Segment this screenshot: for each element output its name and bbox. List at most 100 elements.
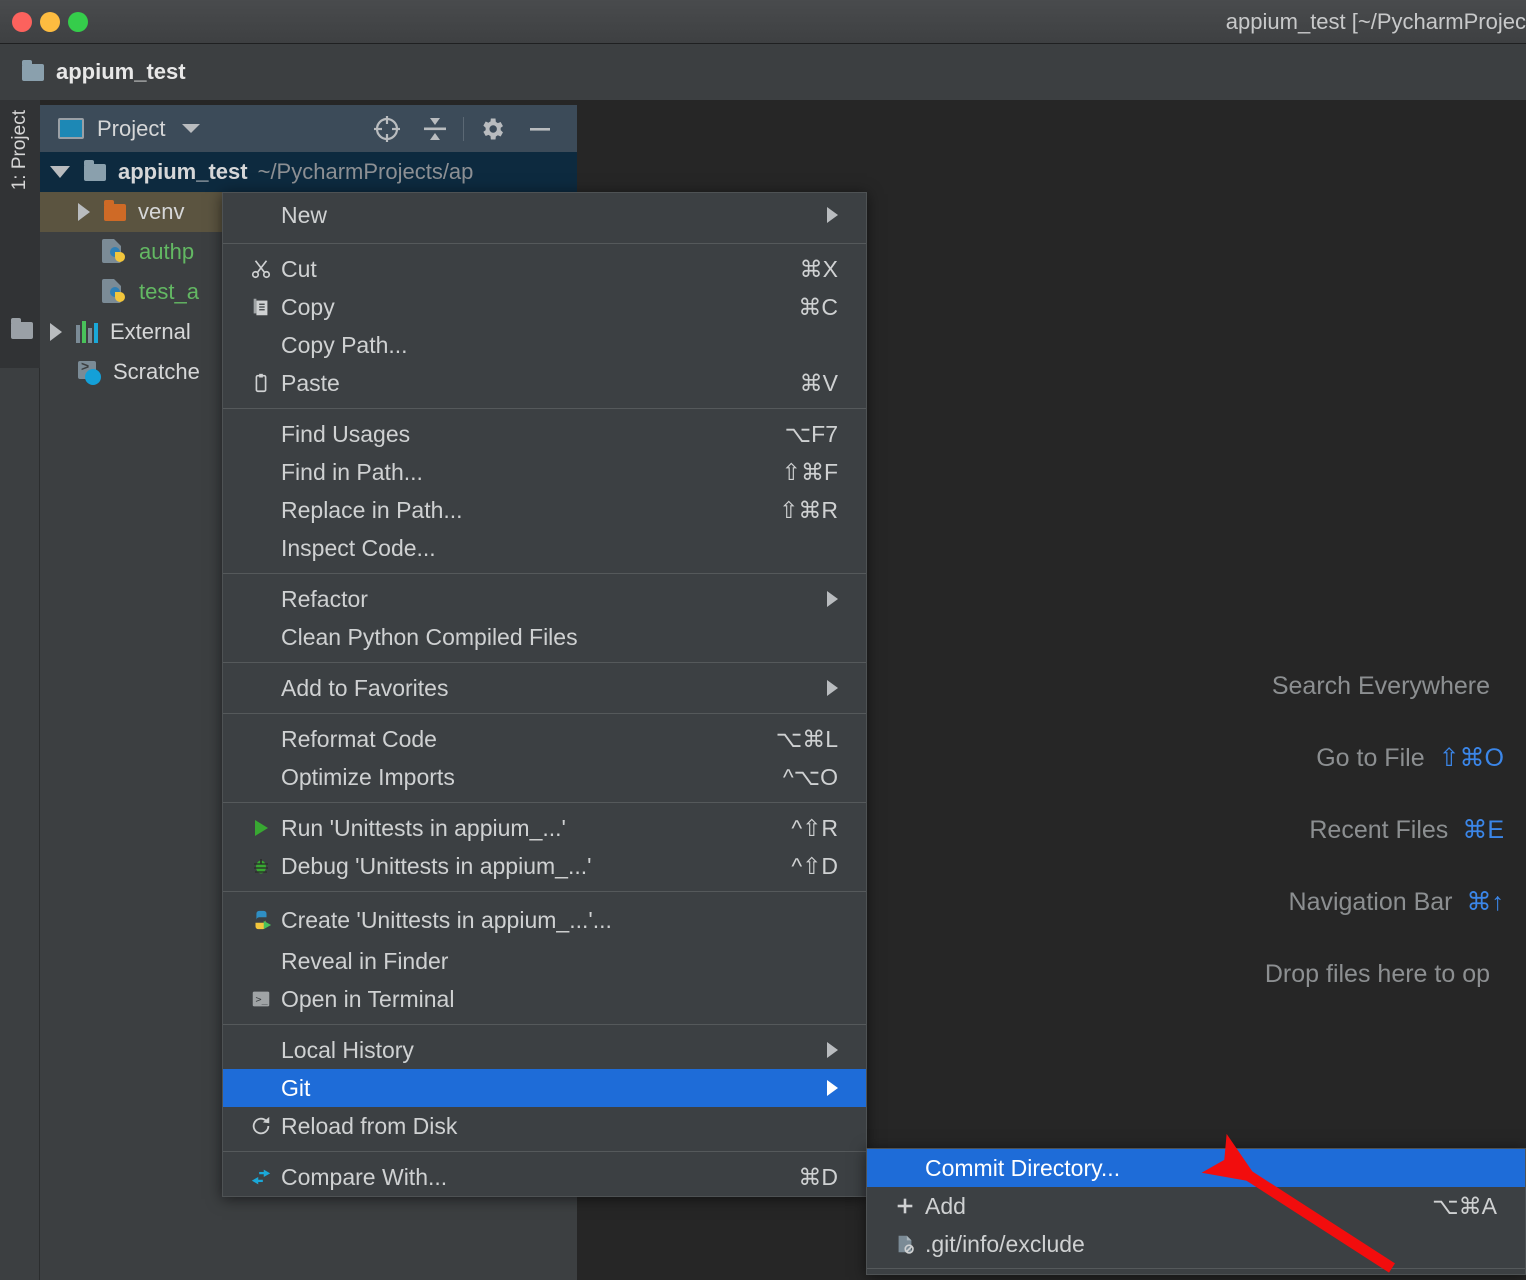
python-config-icon	[247, 909, 275, 931]
tree-label: Scratche	[113, 359, 200, 384]
hint-label: Drop files here to op	[1264, 959, 1490, 988]
locate-icon[interactable]	[363, 105, 411, 152]
breadcrumb[interactable]: appium_test	[0, 44, 1526, 100]
menu-item-reload-from-disk[interactable]: Reload from Disk	[223, 1107, 866, 1145]
hint-label: Recent Files	[1309, 815, 1449, 844]
menu-label: Git	[281, 1074, 311, 1101]
hint-drop-files: Drop files here to op	[1044, 938, 1504, 1010]
reload-icon	[247, 1115, 275, 1137]
folder-icon	[22, 59, 44, 81]
tree-label: External	[110, 319, 191, 344]
menu-item-local-history[interactable]: Local History	[223, 1031, 866, 1069]
menu-label: .git/info/exclude	[925, 1230, 1085, 1257]
menu-label: Cut	[281, 255, 317, 282]
menu-item-commit-directory[interactable]: Commit Directory...	[867, 1149, 1525, 1187]
project-tab-icon	[58, 118, 84, 139]
chevron-down-icon[interactable]	[182, 124, 201, 133]
chevron-expanded-icon[interactable]	[50, 166, 70, 178]
menu-shortcut: ⌥F7	[784, 420, 838, 447]
hint-search-everywhere: Search Everywhere	[1044, 650, 1504, 722]
menu-shortcut: ⇧⌘F	[781, 458, 838, 485]
menu-label: Reveal in Finder	[281, 947, 449, 974]
menu-separator	[223, 662, 866, 663]
chevron-collapsed-icon[interactable]	[78, 203, 90, 221]
menu-item-run-unittests[interactable]: Run 'Unittests in appium_...' ^⇧R	[223, 809, 866, 847]
window-titlebar: appium_test [~/PycharmProjec	[0, 0, 1526, 44]
menu-item-find-usages[interactable]: Find Usages ⌥F7	[223, 415, 866, 453]
project-panel-toolbar	[363, 105, 577, 152]
settings-gear-icon[interactable]	[468, 105, 516, 152]
menu-label: Paste	[281, 369, 340, 396]
menu-item-reveal-in-finder[interactable]: Reveal in Finder	[223, 942, 866, 980]
menu-item-find-in-path[interactable]: Find in Path... ⇧⌘F	[223, 453, 866, 491]
menu-label: Commit Directory...	[925, 1154, 1121, 1181]
menu-label: Inspect Code...	[281, 534, 436, 561]
collapse-all-icon[interactable]	[411, 105, 459, 152]
menu-item-inspect-code[interactable]: Inspect Code...	[223, 529, 866, 567]
folder-icon	[84, 159, 106, 181]
libraries-icon	[76, 321, 98, 343]
menu-label: Replace in Path...	[281, 496, 463, 523]
menu-item-reformat-code[interactable]: Reformat Code ⌥⌘L	[223, 720, 866, 758]
tree-row-appium-test[interactable]: appium_test ~/PycharmProjects/ap	[40, 152, 577, 192]
scissors-icon	[247, 258, 275, 280]
menu-label: Run 'Unittests in appium_...'	[281, 814, 566, 841]
menu-separator	[223, 243, 866, 244]
menu-shortcut: ⌘D	[798, 1163, 838, 1190]
menu-item-clean-python-compiled-files[interactable]: Clean Python Compiled Files	[223, 618, 866, 656]
menu-item-cut[interactable]: Cut ⌘X	[223, 250, 866, 288]
menu-item-git[interactable]: Git	[223, 1069, 866, 1107]
hide-panel-icon[interactable]	[516, 105, 564, 152]
menu-item-add-to-favorites[interactable]: Add to Favorites	[223, 669, 866, 707]
toolbar-divider	[463, 116, 464, 141]
debug-icon	[247, 856, 275, 876]
menu-item-create-unittests-config[interactable]: Create 'Unittests in appium_...'...	[223, 898, 866, 942]
menu-item-new[interactable]: New	[223, 193, 866, 237]
menu-item-git-info-exclude[interactable]: .git/info/exclude	[867, 1225, 1525, 1263]
menu-shortcut: ⌘C	[798, 293, 838, 320]
menu-item-debug-unittests[interactable]: Debug 'Unittests in appium_...' ^⇧D	[223, 847, 866, 885]
plus-icon	[891, 1195, 919, 1217]
menu-label: Clean Python Compiled Files	[281, 623, 578, 650]
menu-item-add[interactable]: Add ⌥⌘A	[867, 1187, 1525, 1225]
hint-label: Search Everywhere	[1271, 671, 1490, 700]
menu-item-paste[interactable]: Paste ⌘V	[223, 364, 866, 402]
menu-item-replace-in-path[interactable]: Replace in Path... ⇧⌘R	[223, 491, 866, 529]
menu-item-copy-path[interactable]: Copy Path...	[223, 326, 866, 364]
menu-label: Open in Terminal	[281, 985, 455, 1012]
left-toolstrip: 1: Project	[0, 100, 40, 368]
menu-item-copy[interactable]: Copy ⌘C	[223, 288, 866, 326]
folder-icon	[11, 318, 33, 344]
submenu-arrow-icon	[827, 1080, 838, 1096]
menu-label: Reformat Code	[281, 725, 437, 752]
tree-path: ~/PycharmProjects/ap	[257, 159, 474, 184]
folder-orange-icon	[104, 199, 126, 221]
menu-separator	[223, 891, 866, 892]
context-menu[interactable]: New Cut ⌘X Copy ⌘C Copy Path... Paste ⌘V…	[222, 192, 867, 1197]
menu-label: New	[281, 201, 328, 228]
menu-label: Find in Path...	[281, 458, 423, 485]
menu-separator	[223, 713, 866, 714]
run-icon	[247, 818, 275, 838]
menu-label: Debug 'Unittests in appium_...'	[281, 852, 592, 879]
chevron-collapsed-icon[interactable]	[50, 323, 62, 341]
menu-shortcut: ⌘X	[799, 255, 838, 282]
terminal-icon: >_	[247, 988, 275, 1010]
hint-shortcut: ⌘E	[1462, 816, 1504, 844]
menu-label: Create 'Unittests in appium_...'...	[281, 906, 612, 933]
menu-item-optimize-imports[interactable]: Optimize Imports ^⌥O	[223, 758, 866, 796]
git-submenu[interactable]: Commit Directory... Add ⌥⌘A .git/info/ex…	[866, 1148, 1526, 1275]
menu-label: Local History	[281, 1036, 414, 1063]
hint-shortcut: ⌘↑	[1466, 888, 1505, 916]
menu-item-open-in-terminal[interactable]: >_ Open in Terminal	[223, 980, 866, 1018]
tree-label: test_a	[139, 279, 199, 304]
submenu-arrow-icon	[827, 207, 838, 223]
toolwindow-button-project[interactable]: 1: Project	[9, 110, 31, 190]
tree-label: appium_test	[118, 159, 248, 184]
menu-separator	[223, 802, 866, 803]
menu-shortcut: ⌥⌘L	[775, 725, 838, 752]
tree-label: authp	[139, 239, 195, 264]
menu-item-refactor[interactable]: Refactor	[223, 580, 866, 618]
submenu-arrow-icon	[827, 680, 838, 696]
menu-item-compare-with[interactable]: Compare With... ⌘D	[223, 1158, 866, 1196]
